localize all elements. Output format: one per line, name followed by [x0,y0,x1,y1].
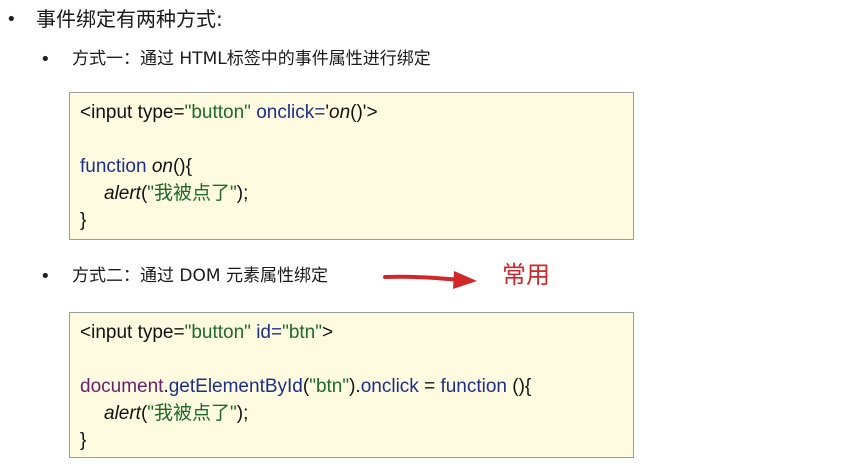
code-function-name: alert [104,403,141,424]
code-method: getElementById [168,376,303,397]
code-property: onclick [360,376,419,397]
code-function-name: on [329,102,351,123]
code-line: <input type="button" id="btn"> [80,319,623,346]
code-attribute: onclick= [250,102,326,123]
bullet-dot-icon: • [6,9,17,30]
code-object: document [80,376,164,397]
code-string: "button" [184,322,251,343]
code-token: ). [349,376,361,397]
method1-code-block: <input type="button" onclick='on()'> fun… [69,92,634,240]
right-arrow-icon [383,271,477,289]
code-token: ); [236,403,249,424]
code-token: (){ [512,376,532,397]
code-function-name: alert [104,183,141,204]
code-function-name: on [151,156,173,177]
bullet-dot-icon: • [40,49,51,70]
code-token: > [366,102,378,123]
code-keyword: function [440,376,513,397]
slide: • 事件绑定有两种方式: • 方式一：通过 HTML标签中的事件属性进行绑定 <… [0,0,851,475]
code-attribute: id= [250,322,283,343]
code-string: "button" [184,102,251,123]
page-heading: 事件绑定有两种方式: [36,7,223,31]
code-string: "btn" [282,322,322,343]
code-line: alert("我被点了"); [80,400,623,427]
code-line: document.getElementById("btn").onclick =… [80,373,623,400]
code-line: alert("我被点了"); [80,180,623,207]
code-line: function on(){ [80,153,623,180]
bullet-dot-icon: • [40,266,51,287]
method1-title: 方式一：通过 HTML标签中的事件属性进行绑定 [72,49,431,69]
code-line: } [80,210,87,231]
code-token: = [418,376,441,397]
common-tag: 常用 [502,261,550,289]
code-token: ); [236,183,249,204]
code-token: > [322,322,334,343]
code-token: <input type= [80,322,185,343]
code-token: (){ [172,156,192,177]
code-line: } [80,430,87,451]
method2-code-block: <input type="button" id="btn"> document.… [69,312,634,458]
code-token: ()' [350,102,367,123]
method2-title: 方式二：通过 DOM 元素属性绑定 [72,266,328,286]
code-string: "我被点了" [147,403,237,424]
code-keyword: function [80,156,152,177]
code-string: "btn" [309,376,350,397]
code-token: <input type= [80,102,185,123]
code-line: <input type="button" onclick='on()'> [80,99,623,126]
code-string: "我被点了" [147,183,237,204]
